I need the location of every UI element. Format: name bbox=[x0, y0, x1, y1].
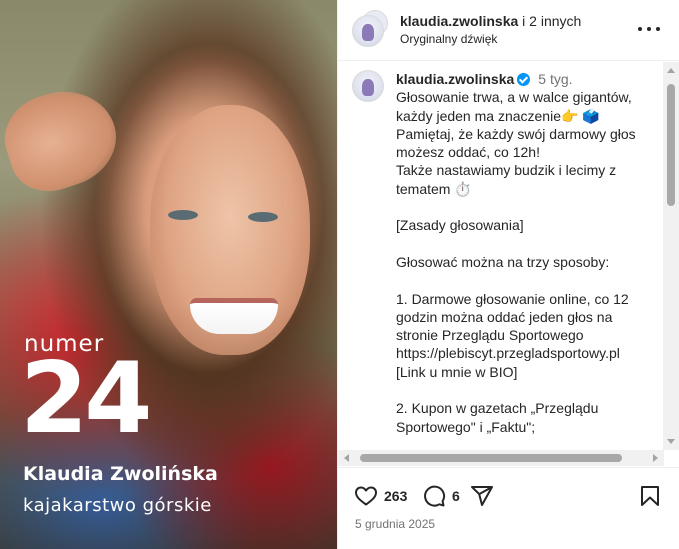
athlete-name: Klaudia Zwolińska bbox=[23, 463, 218, 485]
header-collaborators[interactable]: i 2 innych bbox=[518, 13, 581, 29]
caption-line: Także nastawiamy budzik i lecimy z bbox=[396, 162, 617, 179]
comment-bubble-icon[interactable] bbox=[422, 484, 446, 508]
like-button[interactable]: 263 bbox=[354, 484, 407, 508]
comments-area[interactable]: klaudia.zwolinska 5 tyg. Głosowanie trwa,… bbox=[338, 62, 679, 450]
comment-avatar[interactable] bbox=[352, 70, 384, 102]
header-username[interactable]: klaudia.zwolinska bbox=[400, 13, 518, 29]
comment-body: klaudia.zwolinska 5 tyg. Głosowanie trwa,… bbox=[396, 70, 652, 436]
caption-link[interactable]: https://plebiscyt.przegladsportowy.pl bbox=[396, 344, 652, 362]
bookmark-icon[interactable] bbox=[638, 484, 662, 508]
caption-line bbox=[396, 381, 652, 399]
caption-line bbox=[396, 198, 652, 216]
vertical-scrollbar[interactable] bbox=[663, 62, 679, 450]
comment-count[interactable]: 6 bbox=[452, 488, 460, 504]
vertical-scroll-thumb[interactable] bbox=[667, 84, 675, 206]
save-button[interactable] bbox=[638, 484, 662, 508]
caption-line: 2. Kupon w gazetach „Przeglądu bbox=[396, 400, 599, 417]
caption-line: Pamiętaj, że każdy swój darmowy głos bbox=[396, 125, 636, 142]
verified-badge-icon bbox=[517, 73, 531, 86]
caption-line bbox=[396, 235, 652, 253]
horizontal-scroll-thumb[interactable] bbox=[360, 454, 622, 462]
caption-line: tematem ⏱️ bbox=[396, 180, 472, 197]
caption-line: godzin można oddać jeden głos na bbox=[396, 308, 613, 325]
caption-line bbox=[396, 271, 652, 289]
caption-line: możesz oddać, co 12h! bbox=[396, 144, 540, 161]
caption-line: Sportowego" i „Faktu"; bbox=[396, 418, 536, 435]
athlete-discipline: kajakarstwo górskie bbox=[23, 495, 212, 516]
caption-line: Głosować można na trzy sposoby: bbox=[396, 253, 610, 270]
comment-username[interactable]: klaudia.zwolinska bbox=[396, 71, 514, 87]
share-button[interactable] bbox=[470, 484, 494, 508]
caption-line: stronie Przeglądu Sportowego bbox=[396, 327, 584, 344]
horizontal-scrollbar[interactable] bbox=[338, 450, 664, 466]
comment-time[interactable]: 5 tyg. bbox=[538, 71, 572, 87]
more-dot bbox=[656, 27, 660, 31]
caption-line: Głosowanie trwa, a w walce gigantów, bbox=[396, 89, 632, 106]
audio-label[interactable]: Oryginalny dźwięk bbox=[400, 32, 497, 46]
scroll-right-arrow-icon[interactable] bbox=[653, 454, 658, 462]
scroll-left-arrow-icon[interactable] bbox=[344, 454, 349, 462]
caption-line: 1. Darmowe głosowanie online, co 12 bbox=[396, 290, 629, 307]
more-dot bbox=[647, 27, 651, 31]
caption-line: [Zasady głosowania] bbox=[396, 217, 524, 234]
header-title: klaudia.zwolinska i 2 innych bbox=[400, 13, 581, 29]
post-header: klaudia.zwolinska i 2 innych Oryginalny … bbox=[338, 0, 679, 61]
avatar[interactable] bbox=[352, 15, 384, 47]
action-bar: 263 6 5 grudnia 2025 bbox=[338, 467, 679, 549]
candidate-number: 24 bbox=[20, 342, 152, 456]
more-horizontal-icon[interactable] bbox=[638, 19, 660, 39]
caption-line: [Link u mnie w BIO] bbox=[396, 363, 518, 380]
post-date[interactable]: 5 grudnia 2025 bbox=[355, 517, 435, 531]
post-media[interactable]: numer 24 Klaudia Zwolińska kajakarstwo g… bbox=[0, 0, 337, 549]
like-count[interactable]: 263 bbox=[384, 488, 407, 504]
caption-line: każdy jeden ma znaczenie👉 🗳️ bbox=[396, 107, 600, 124]
comment-button[interactable]: 6 bbox=[422, 484, 460, 508]
scroll-down-arrow-icon[interactable] bbox=[667, 439, 675, 444]
more-dot bbox=[638, 27, 642, 31]
post-panel: klaudia.zwolinska i 2 innych Oryginalny … bbox=[337, 0, 679, 549]
paper-plane-icon[interactable] bbox=[470, 484, 494, 508]
heart-icon[interactable] bbox=[354, 484, 378, 508]
scroll-up-arrow-icon[interactable] bbox=[667, 68, 675, 73]
